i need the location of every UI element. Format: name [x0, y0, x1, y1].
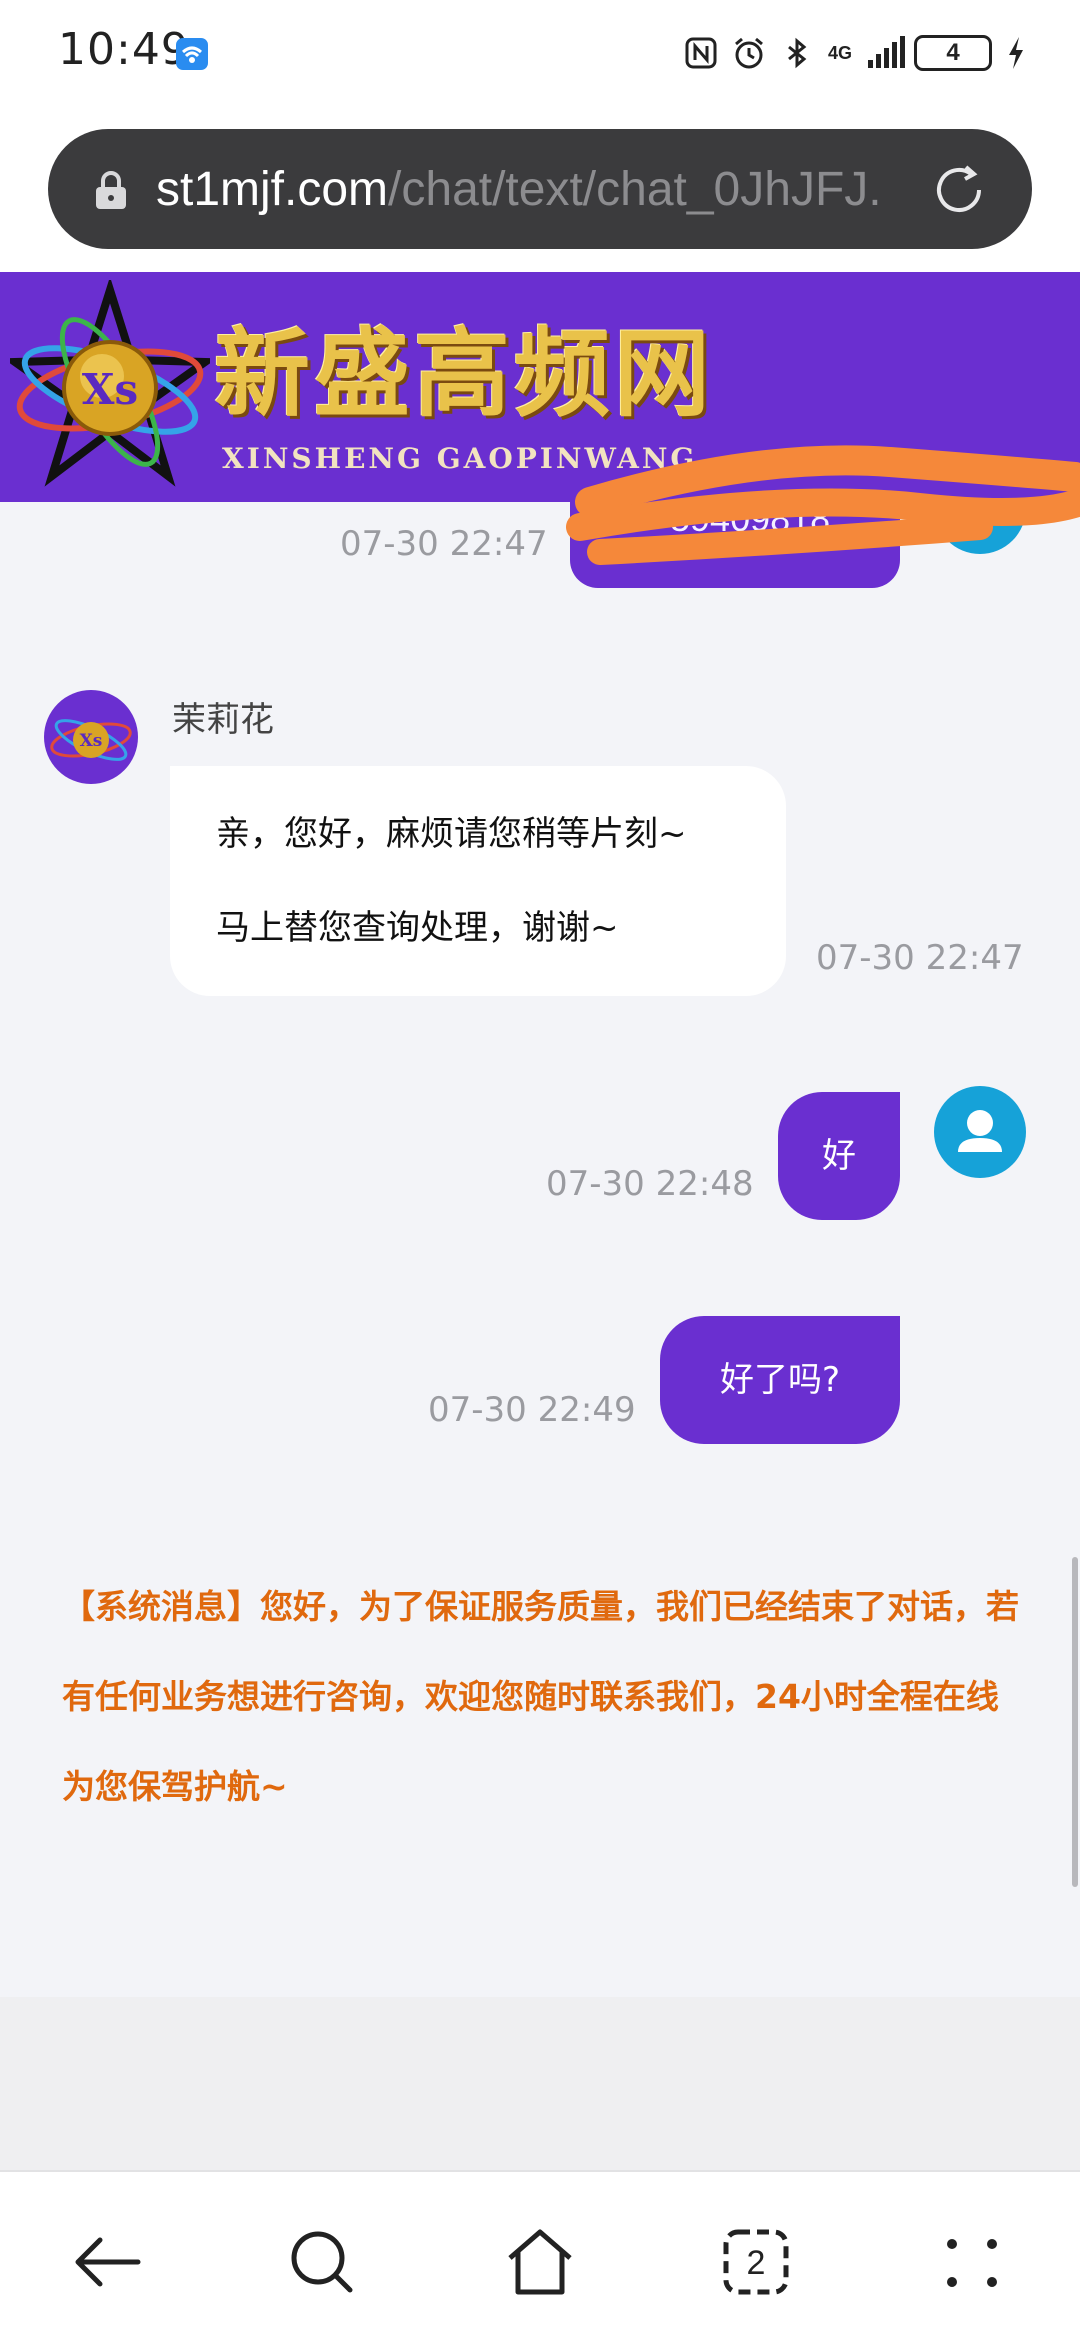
- wifi-hotspot-icon: [176, 38, 208, 70]
- signal-icon: [866, 36, 905, 70]
- search-icon: [291, 2231, 353, 2293]
- redaction-scribble: [566, 445, 1080, 565]
- site-title: 新盛高频网: [214, 317, 714, 430]
- reload-icon[interactable]: [930, 161, 988, 219]
- svg-text:Xs: Xs: [80, 731, 103, 751]
- url-path: /chat/text/chat_0JhJFJ.: [388, 163, 882, 216]
- status-time: 10:49: [58, 24, 190, 75]
- page-empty-area: [0, 1997, 1080, 2170]
- address-bar[interactable]: st1mjf.com/chat/text/chat_0JhJFJ.: [48, 129, 1032, 249]
- home-icon: [508, 2229, 572, 2295]
- url-text[interactable]: st1mjf.com/chat/text/chat_0JhJFJ.: [156, 155, 946, 225]
- battery-icon: 4: [914, 35, 992, 71]
- search-button[interactable]: [282, 2222, 362, 2302]
- svg-text:Xs: Xs: [82, 365, 138, 414]
- browser-toolbar: 2: [0, 2170, 1080, 2340]
- svg-text:2: 2: [747, 2244, 766, 2282]
- agent-name: 茉莉花: [172, 700, 274, 740]
- network-type-label: 4G: [827, 43, 852, 63]
- tabs-icon: 2: [723, 2229, 789, 2295]
- logo-emblem: Xs: [2, 276, 218, 490]
- agent-avatar: Xs: [44, 690, 138, 784]
- bluetooth-icon: [780, 36, 814, 70]
- back-button[interactable]: [68, 2222, 148, 2302]
- system-message: 【系统消息】您好，为了保证服务质量，我们已经结束了对话，若有任何业务想进行咨询，…: [62, 1587, 1019, 1806]
- url-domain: st1mjf.com: [156, 163, 389, 216]
- message-time: 07-30 22:48: [546, 1164, 754, 1204]
- alarm-icon: [732, 36, 766, 70]
- agent-message-line: 亲，您好，麻烦请您稍等片刻~: [216, 814, 687, 854]
- home-button[interactable]: [500, 2222, 580, 2302]
- chat-page[interactable]: Xs 新盛高频网 XINSHENG GAOPINWANG 07-30 22:47…: [0, 272, 1080, 1997]
- status-bar: 10:49 4G 4: [0, 0, 1080, 110]
- lock-icon[interactable]: [92, 169, 130, 211]
- agent-message-line: 马上替您查询处理，谢谢~: [216, 908, 619, 948]
- tabs-button[interactable]: 2: [716, 2222, 796, 2302]
- nfc-icon: [684, 36, 718, 70]
- menu-button[interactable]: [932, 2222, 1012, 2302]
- charging-icon: [1006, 36, 1040, 70]
- status-icons: 4G 4: [684, 30, 1040, 76]
- menu-dots-icon: [947, 2239, 997, 2287]
- message-time: 07-30 22:47: [340, 524, 548, 564]
- page-scrollbar[interactable]: [1072, 1557, 1078, 1887]
- message-time: 07-30 22:49: [428, 1390, 636, 1430]
- back-arrow-icon: [75, 2237, 141, 2287]
- message-time: 07-30 22:47: [816, 938, 1024, 978]
- agent-message-bubble[interactable]: 亲，您好，麻烦请您稍等片刻~ 马上替您查询处理，谢谢~: [170, 766, 786, 996]
- user-message-bubble[interactable]: 好了吗?: [660, 1316, 900, 1444]
- user-avatar: [934, 1086, 1026, 1178]
- user-message-bubble[interactable]: 好: [778, 1092, 900, 1220]
